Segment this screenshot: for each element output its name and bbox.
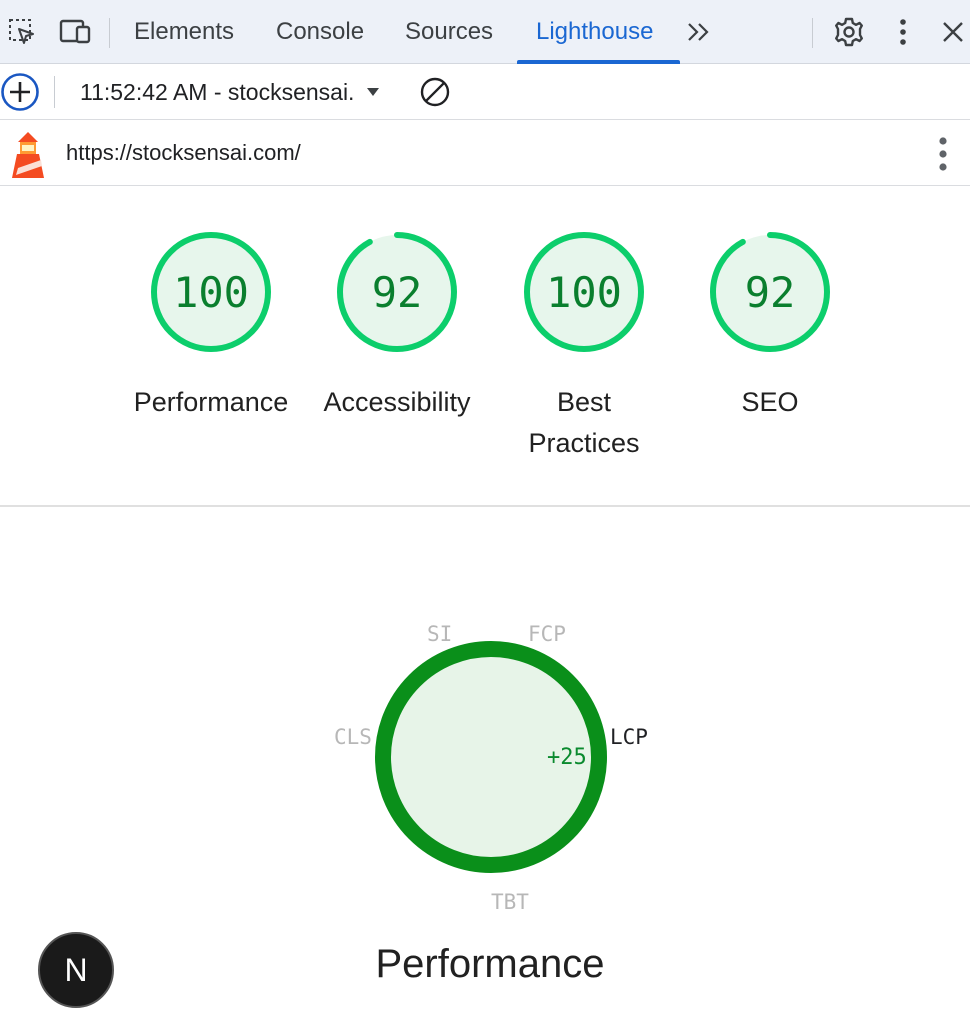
score-gauge-best-practices[interactable]: 100 bbox=[519, 227, 649, 361]
lcp-delta-value: +25 bbox=[547, 745, 587, 770]
report-select[interactable]: 11:52:42 AM - stocksensai. bbox=[80, 64, 380, 120]
gear-icon[interactable] bbox=[830, 0, 868, 64]
score-label: Performance bbox=[133, 387, 289, 417]
score-gauge-seo[interactable]: 92 bbox=[705, 227, 835, 361]
metric-cls-label: CLS bbox=[334, 725, 372, 749]
block-icon bbox=[420, 77, 450, 107]
lighthouse-logo-icon bbox=[10, 128, 46, 178]
score-label: SEO bbox=[741, 387, 799, 417]
tab-elements[interactable]: Elements bbox=[134, 0, 234, 64]
score-value: 100 bbox=[173, 267, 249, 317]
report-url-bar: https://stocksensai.com/ bbox=[0, 120, 970, 186]
performance-section-title: Performance bbox=[375, 942, 605, 986]
plus-icon bbox=[1, 73, 39, 111]
badge-letter: N bbox=[64, 951, 88, 988]
caret-down-icon bbox=[367, 88, 380, 96]
tab-bar-separator bbox=[812, 18, 813, 48]
tab-sources[interactable]: Sources bbox=[405, 0, 493, 64]
score-gauge-performance[interactable]: 100 bbox=[146, 227, 276, 361]
report-url[interactable]: https://stocksensai.com/ bbox=[66, 120, 301, 186]
toolbar-separator bbox=[54, 76, 55, 108]
close-icon[interactable] bbox=[936, 0, 970, 64]
section-divider bbox=[0, 505, 970, 507]
tab-console[interactable]: Console bbox=[276, 0, 364, 64]
devtools-tab-bar: Elements Console Sources Lighthouse bbox=[0, 0, 970, 64]
report-select-label: 11:52:42 AM - stocksensai. bbox=[80, 78, 355, 105]
metric-lcp-label: LCP bbox=[610, 725, 648, 749]
more-vert-icon[interactable] bbox=[936, 136, 950, 172]
score-label-line: Practices bbox=[528, 428, 640, 458]
nextjs-dev-badge[interactable]: N bbox=[38, 932, 114, 1008]
metric-fcp-label: FCP bbox=[528, 622, 566, 646]
metric-tbt-label: TBT bbox=[491, 890, 529, 914]
clear-reports-button[interactable] bbox=[419, 76, 451, 108]
score-gauge-accessibility[interactable]: 92 bbox=[332, 227, 462, 361]
score-value: 92 bbox=[371, 267, 423, 317]
score-label: Best Practices bbox=[484, 382, 684, 464]
more-vert-icon[interactable] bbox=[888, 0, 918, 64]
device-toolbar-icon[interactable] bbox=[54, 0, 96, 64]
inspect-element-icon[interactable] bbox=[4, 0, 40, 64]
score-label: Accessibility bbox=[323, 387, 471, 417]
score-value: 100 bbox=[546, 267, 622, 317]
tab-bar-separator bbox=[109, 18, 110, 48]
lighthouse-toolbar: 11:52:42 AM - stocksensai. bbox=[0, 64, 970, 120]
score-value: 92 bbox=[744, 267, 796, 317]
tab-lighthouse[interactable]: Lighthouse bbox=[536, 0, 653, 64]
metric-si-label: SI bbox=[427, 622, 453, 646]
chevrons-right-icon[interactable] bbox=[684, 0, 714, 64]
new-report-button[interactable] bbox=[0, 72, 40, 112]
score-label-line: Best bbox=[556, 387, 612, 417]
